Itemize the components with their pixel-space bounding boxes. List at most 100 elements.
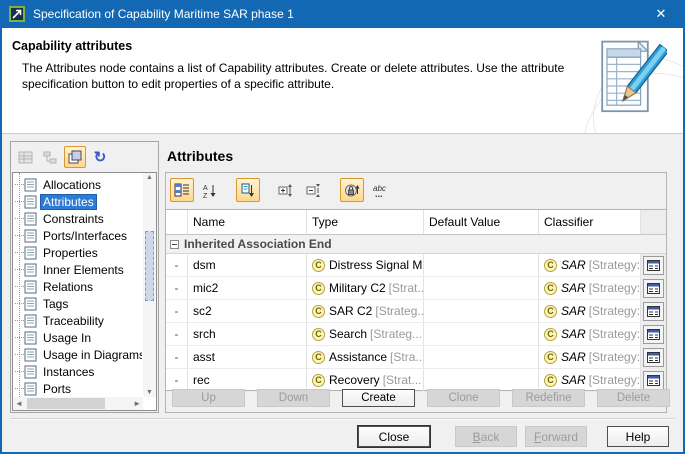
attribute-classifier: C SAR[Strategy::...: [539, 323, 641, 345]
abbreviate-icon[interactable]: abc ...: [368, 178, 392, 202]
open-specification-button[interactable]: [643, 256, 664, 275]
down-button[interactable]: Down: [257, 389, 330, 407]
tree-item-constraints[interactable]: Constraints: [15, 210, 142, 227]
clone-button[interactable]: Clone: [427, 389, 500, 407]
node-icon: [24, 246, 37, 260]
tree-item-ports-interfaces[interactable]: Ports/Interfaces: [15, 227, 142, 244]
redefine-button[interactable]: Redefine: [512, 389, 585, 407]
tree-horizontal-scrollbar[interactable]: ◄ ►: [13, 397, 143, 410]
tree-item-ports[interactable]: Ports: [15, 380, 142, 396]
tree-item-instances[interactable]: Instances: [15, 363, 142, 380]
open-specification-button[interactable]: [643, 371, 664, 390]
column-header-classifier[interactable]: Classifier: [539, 210, 641, 234]
group-row-inherited-association-end[interactable]: Inherited Association End: [166, 235, 666, 254]
expand-nested-icon[interactable]: [274, 178, 298, 202]
tree-item-usage-in-diagrams[interactable]: Usage in Diagrams: [15, 346, 142, 363]
tree-item-attributes[interactable]: Attributes: [15, 193, 142, 210]
open-specification-button[interactable]: [643, 348, 664, 367]
node-icon: [24, 331, 37, 345]
attribute-default-value: [424, 369, 539, 391]
column-header-default-value[interactable]: Default Value: [424, 210, 539, 234]
delete-button[interactable]: Delete: [597, 389, 670, 407]
attribute-classifier: C SAR[Strategy::...: [539, 300, 641, 322]
attributes-table-pencil-icon: [595, 38, 667, 122]
table-row[interactable]: - asst C Assistance[Stra... C SAR[Strate…: [166, 346, 666, 369]
tree-item-allocations[interactable]: Allocations: [15, 176, 142, 193]
back-button[interactable]: Back: [455, 426, 517, 447]
table-row[interactable]: - srch C Search[Strateg... C SAR[Strateg…: [166, 323, 666, 346]
capability-icon: [9, 6, 25, 22]
node-icon: [24, 212, 37, 226]
svg-text:...: ...: [375, 189, 383, 198]
node-icon: [24, 229, 37, 243]
panel-heading: Attributes: [167, 148, 233, 164]
node-icon: [24, 365, 37, 379]
header-title: Capability attributes: [12, 39, 132, 53]
table-row[interactable]: - mic2 C Military C2[Strat... C SAR[Stra…: [166, 277, 666, 300]
show-columns-icon[interactable]: [170, 178, 194, 202]
node-icon: [24, 263, 37, 277]
table-row[interactable]: - sc2 C SAR C2[Strateg... C SAR[Strategy…: [166, 300, 666, 323]
tree-item-usage-in[interactable]: Usage In: [15, 329, 142, 346]
table-row[interactable]: - dsm C Distress Signal M... C SAR[Strat…: [166, 254, 666, 277]
properties-view-icon[interactable]: [14, 146, 36, 168]
tree-item-tags[interactable]: Tags: [15, 295, 142, 312]
nodes-toolbar: ↻: [11, 142, 158, 172]
attribute-name: srch: [188, 323, 307, 345]
column-header-name[interactable]: Name: [188, 210, 307, 234]
nodes-panel: ↻ Allocations Attributes Constraint: [10, 141, 159, 413]
class-icon: C: [544, 328, 557, 341]
class-icon: C: [312, 374, 325, 387]
sort-by-order-icon[interactable]: [236, 178, 260, 202]
attribute-type: C Distress Signal M...: [307, 254, 424, 276]
attribute-classifier: C SAR[Strategy::...: [539, 369, 641, 391]
footer-separator: [10, 418, 675, 420]
attribute-name: sc2: [188, 300, 307, 322]
scroll-down-icon[interactable]: ▼: [143, 389, 156, 396]
collapse-nested-icon[interactable]: [302, 178, 326, 202]
attribute-name: dsm: [188, 254, 307, 276]
tree-item-inner-elements[interactable]: Inner Elements: [15, 261, 142, 278]
tree-item-properties[interactable]: Properties: [15, 244, 142, 261]
scroll-right-icon[interactable]: ►: [133, 399, 141, 408]
tree-item-relations[interactable]: Relations: [15, 278, 142, 295]
class-icon: C: [312, 351, 325, 364]
window-title: Specification of Capability Maritime SAR…: [33, 7, 646, 21]
up-button[interactable]: Up: [172, 389, 245, 407]
scroll-left-icon[interactable]: ◄: [15, 399, 23, 408]
class-icon: C: [544, 351, 557, 364]
collapse-group-icon[interactable]: [170, 240, 179, 249]
attribute-type: C SAR C2[Strateg...: [307, 300, 424, 322]
close-icon[interactable]: ✕: [646, 6, 676, 22]
class-icon: C: [544, 259, 557, 272]
create-button[interactable]: Create: [342, 389, 415, 407]
tree-item-traceability[interactable]: Traceability: [15, 312, 142, 329]
attribute-type: C Recovery[Strat...: [307, 369, 424, 391]
refresh-icon[interactable]: ↻: [89, 146, 111, 168]
lock-order-icon[interactable]: [340, 178, 364, 202]
scrollbar-thumb[interactable]: [145, 231, 154, 301]
header-description: The Attributes node contains a list of C…: [22, 60, 567, 92]
help-button[interactable]: Help: [607, 426, 669, 447]
standard-expert-mode-icon[interactable]: [64, 146, 86, 168]
forward-button[interactable]: Forward: [525, 426, 587, 447]
close-button[interactable]: Close: [358, 426, 430, 447]
scroll-up-icon[interactable]: ▲: [143, 174, 156, 181]
title-bar: Specification of Capability Maritime SAR…: [0, 0, 685, 28]
scrollbar-thumb[interactable]: [27, 398, 105, 409]
attribute-default-value: [424, 300, 539, 322]
tree-vertical-scrollbar[interactable]: ▲ ▼: [143, 173, 156, 397]
open-specification-button[interactable]: [643, 279, 664, 298]
open-specification-button[interactable]: [643, 302, 664, 321]
containment-tree-icon[interactable]: [39, 146, 61, 168]
class-icon: C: [312, 328, 325, 341]
attributes-toolbar: A Z: [170, 177, 392, 203]
class-icon: C: [544, 374, 557, 387]
column-header-type[interactable]: Type: [307, 210, 424, 234]
sort-alphabetically-icon[interactable]: A Z: [198, 178, 222, 202]
open-specification-button[interactable]: [643, 325, 664, 344]
attribute-default-value: [424, 346, 539, 368]
attribute-default-value: [424, 277, 539, 299]
attribute-type: C Search[Strateg...: [307, 323, 424, 345]
class-icon: C: [312, 259, 325, 272]
